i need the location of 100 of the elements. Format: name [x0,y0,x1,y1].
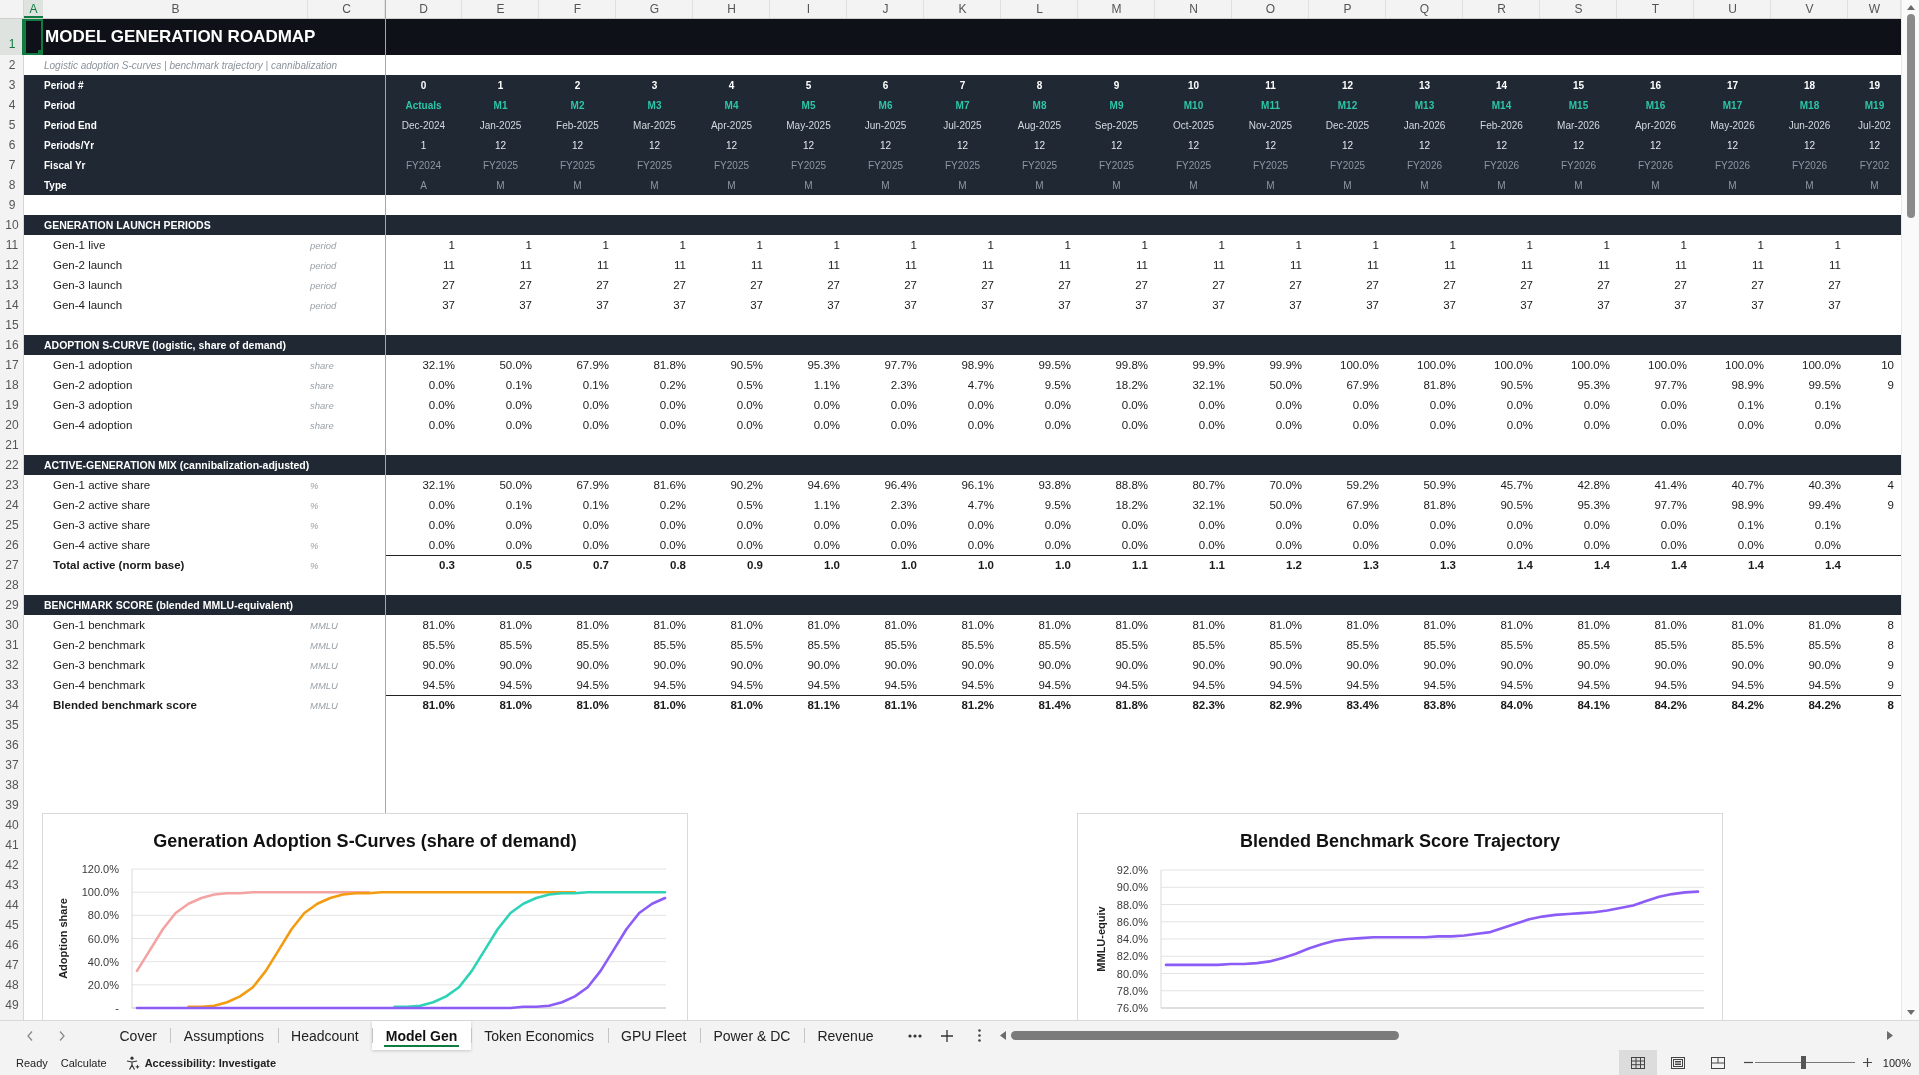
chevron-left-icon[interactable] [27,1030,33,1041]
row-header[interactable]: 11 [0,235,24,255]
column-header[interactable]: F [539,0,616,18]
scrollbar-thumb[interactable] [1010,1031,1399,1040]
column-header[interactable]: T [1617,0,1694,18]
row-header[interactable]: 31 [0,635,24,655]
row-header[interactable]: 37 [0,755,24,775]
triangle-left-icon[interactable] [999,1031,1006,1040]
column-header[interactable]: M [1078,0,1155,18]
row-header[interactable]: 40 [0,815,24,835]
row-header[interactable]: 29 [0,595,24,615]
sheet-tab[interactable]: Headcount [277,1021,373,1050]
row-header[interactable]: 23 [0,475,24,495]
sheet-tab[interactable]: GPU Fleet [607,1021,700,1050]
sheet-tab[interactable]: Cover [106,1021,171,1050]
row-header[interactable]: 7 [0,155,24,175]
column-header[interactable]: G [616,0,693,18]
plus-icon[interactable] [1862,1058,1872,1067]
row-header[interactable]: 39 [0,795,24,815]
row-header[interactable]: 45 [0,915,24,935]
row-header[interactable]: 25 [0,515,24,535]
scrollbar-thumb[interactable] [1906,14,1915,218]
column-header[interactable]: S [1540,0,1617,18]
row-header[interactable]: 13 [0,275,24,295]
column-header[interactable]: I [770,0,847,18]
accessibility-status[interactable]: Accessibility: Investigate [144,1056,277,1069]
column-header[interactable]: A [24,0,43,18]
row-header[interactable]: 49 [0,995,24,1015]
column-header[interactable]: J [847,0,924,18]
sheet-tab[interactable]: Assumptions [170,1021,278,1050]
row-header[interactable]: 22 [0,455,24,475]
row-header[interactable]: 34 [0,695,24,715]
view-button[interactable] [1618,1050,1657,1075]
row-header[interactable]: 47 [0,955,24,975]
row-header[interactable]: 16 [0,335,24,355]
row-header[interactable]: 6 [0,135,24,155]
column-header[interactable]: H [693,0,770,18]
vertical-dots-icon[interactable] [977,1029,981,1042]
row-header[interactable]: 38 [0,775,24,795]
triangle-down-icon[interactable] [1906,1010,1915,1015]
sheet-tab[interactable]: Token Economics [470,1021,608,1050]
column-header[interactable]: E [462,0,539,18]
chevron-right-icon[interactable] [59,1030,65,1041]
zoom-level[interactable]: 100% [1882,1056,1911,1069]
row-header[interactable]: 12 [0,255,24,275]
row-header[interactable]: 1 [0,19,24,55]
more-icon[interactable] [907,1033,922,1038]
row-header[interactable]: 44 [0,895,24,915]
row-header[interactable]: 15 [0,315,24,335]
row-header[interactable]: 42 [0,855,24,875]
row-header[interactable]: 4 [0,95,24,115]
column-header[interactable]: O [1232,0,1309,18]
row-header[interactable]: 3 [0,75,24,95]
row-header[interactable]: 18 [0,375,24,395]
column-header[interactable]: Q [1386,0,1463,18]
column-header[interactable]: R [1463,0,1540,18]
row-header[interactable]: 30 [0,615,24,635]
row-header[interactable]: 19 [0,395,24,415]
triangle-right-icon[interactable] [1887,1031,1893,1040]
cell-cursor[interactable] [24,19,43,55]
row-header[interactable]: 27 [0,555,24,575]
row-header[interactable]: 28 [0,575,24,595]
row-header[interactable]: 32 [0,655,24,675]
column-header[interactable]: V [1771,0,1848,18]
column-header[interactable]: U [1694,0,1771,18]
row-header[interactable]: 24 [0,495,24,515]
row-header[interactable]: 2 [0,55,24,75]
accessibility-icon[interactable] [125,1055,140,1070]
row-header[interactable]: 26 [0,535,24,555]
row-header[interactable]: 33 [0,675,24,695]
slider-thumb[interactable] [1800,1056,1806,1069]
row-header[interactable]: 8 [0,175,24,195]
column-header[interactable]: N [1155,0,1232,18]
sheet-tab[interactable]: Model Gen [372,1021,471,1050]
row-header[interactable]: 9 [0,195,24,215]
triangle-up-icon[interactable] [1906,5,1915,10]
fiscal-year: FY2025 [1176,159,1211,171]
column-header[interactable]: C [308,0,385,18]
row-header[interactable]: 35 [0,715,24,735]
sheet-tab[interactable]: Revenue [803,1021,887,1050]
column-header[interactable]: P [1309,0,1386,18]
plus-icon[interactable] [940,1029,953,1042]
sheet-tab[interactable]: Power & DC [699,1021,804,1050]
column-header[interactable]: L [1001,0,1078,18]
row-header[interactable]: 48 [0,975,24,995]
row-header[interactable]: 20 [0,415,24,435]
row-header[interactable]: 10 [0,215,24,235]
column-header[interactable]: W [1848,0,1901,18]
column-header[interactable]: D [385,0,462,18]
column-header[interactable]: K [924,0,1001,18]
row-header[interactable]: 17 [0,355,24,375]
row-header[interactable]: 41 [0,835,24,855]
row-header[interactable]: 21 [0,435,24,455]
column-header[interactable]: B [43,0,308,18]
row-header[interactable]: 36 [0,735,24,755]
row-header[interactable]: 43 [0,875,24,895]
row-header[interactable]: 14 [0,295,24,315]
row-header[interactable]: 46 [0,935,24,955]
data-value: 0.0% [1737,539,1764,551]
row-header[interactable]: 5 [0,115,24,135]
